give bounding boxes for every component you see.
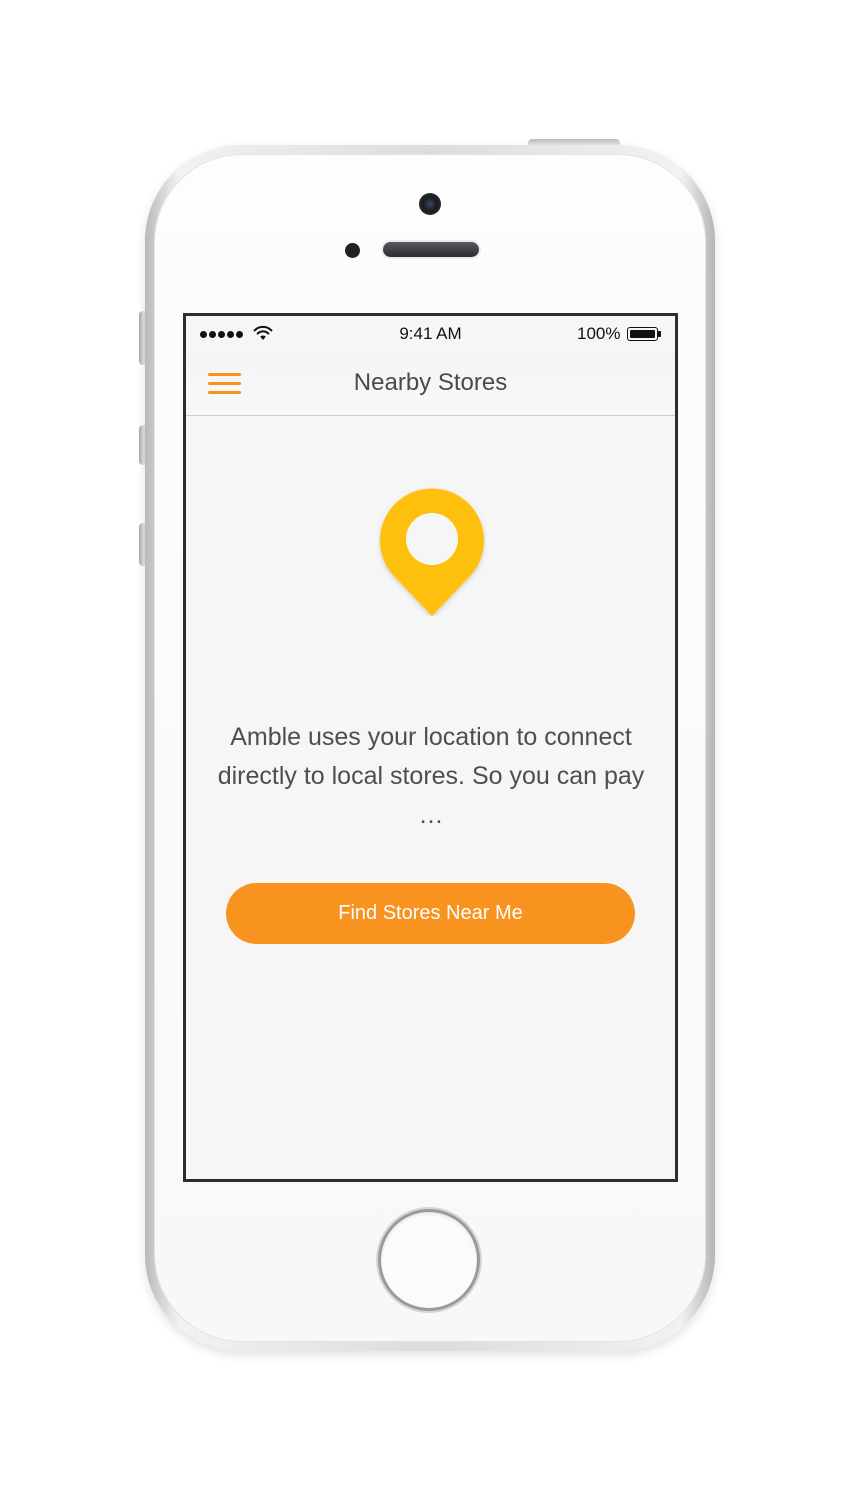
app-screen: 9:41 AM 100% Nearby Stores Amble uses yo… <box>183 313 678 1182</box>
device-mockup: 9:41 AM 100% Nearby Stores Amble uses yo… <box>0 0 855 1500</box>
location-pin-icon <box>380 488 484 616</box>
proximity-sensor <box>345 243 360 258</box>
battery-icon <box>627 327 658 341</box>
battery-tip <box>658 331 661 337</box>
status-bar: 9:41 AM 100% <box>186 316 675 352</box>
earpiece-speaker <box>383 242 479 257</box>
navigation-bar: Nearby Stores <box>186 352 675 416</box>
page-title: Nearby Stores <box>353 369 508 396</box>
front-camera <box>419 193 441 215</box>
location-explanation-text: Amble uses your location to connect dire… <box>217 723 645 829</box>
battery-percentage: 100% <box>577 324 621 343</box>
home-button[interactable] <box>378 1209 480 1311</box>
find-stores-button[interactable]: Find Stores Near Me <box>226 883 635 944</box>
